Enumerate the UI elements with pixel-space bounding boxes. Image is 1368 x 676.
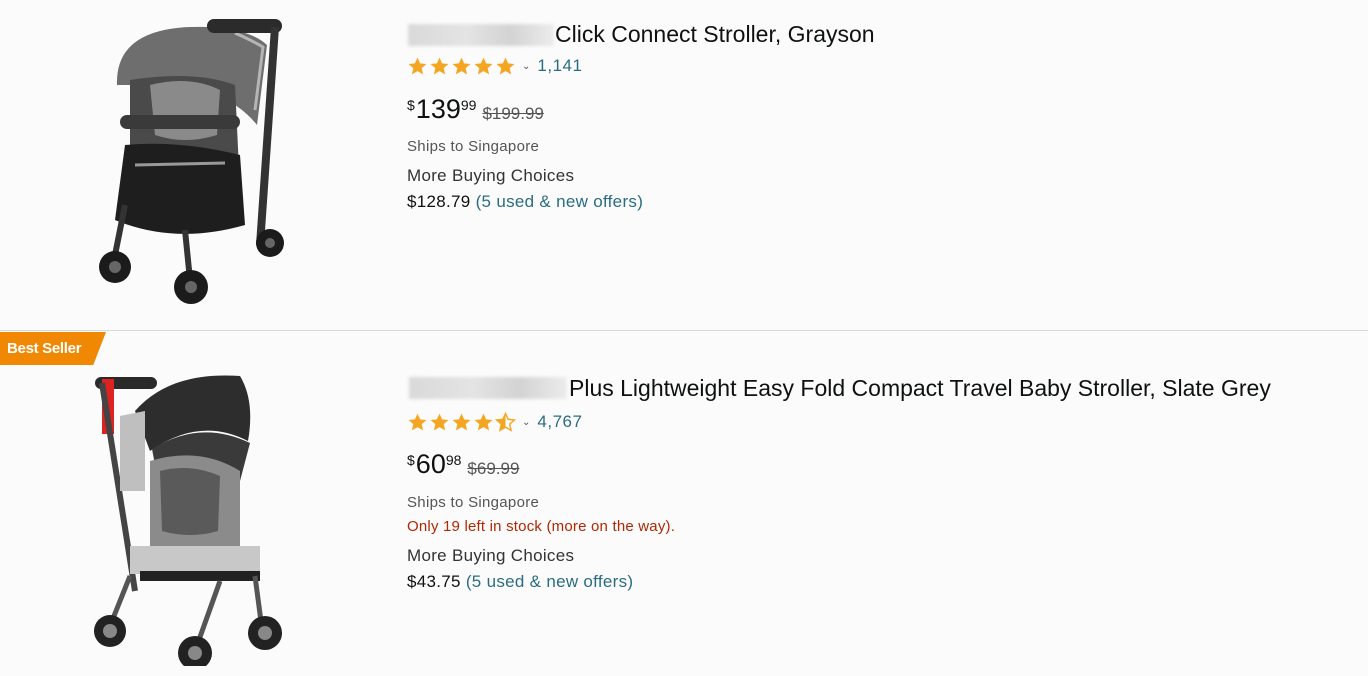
product-image-stroller-slate-grey[interactable] (90, 371, 295, 666)
star-icon (430, 413, 449, 430)
more-buying-choices-label: More Buying Choices (407, 166, 575, 185)
star-icon (474, 413, 493, 430)
search-result-1: Click Connect Stroller, Grayson ⌄ 1,141 … (0, 0, 1368, 330)
more-buying-choices-label: More Buying Choices (407, 546, 575, 565)
star-icon (452, 413, 471, 430)
shipping-info: Ships to Singapore (407, 138, 540, 155)
star-rating[interactable] (407, 411, 516, 433)
stock-warning: Only 19 left in stock (more on the way). (407, 518, 676, 535)
list-price: $69.99 (467, 459, 520, 478)
offers-link[interactable]: (5 used & new offers) (466, 572, 634, 591)
price[interactable]: $ 60 98 $69.99 (407, 449, 519, 479)
offers-link[interactable]: (5 used & new offers) (476, 192, 644, 211)
offer-line: $43.75 (5 used & new offers) (407, 572, 633, 592)
product-title[interactable]: Click Connect Stroller, Grayson (555, 21, 875, 48)
search-result-2: Best Seller Plus Lightweight Easy Fold C… (0, 331, 1368, 676)
star-rating[interactable] (407, 56, 516, 77)
rating-count-link[interactable]: 1,141 (537, 56, 582, 76)
star-icon (496, 57, 515, 74)
star-icon (452, 57, 471, 74)
chevron-down-icon[interactable]: ⌄ (522, 61, 530, 72)
product-title[interactable]: Plus Lightweight Easy Fold Compact Trave… (569, 375, 1271, 402)
star-icon (474, 57, 493, 74)
rating-row: ⌄ 4,767 (407, 411, 582, 433)
offer-line: $128.79 (5 used & new offers) (407, 192, 643, 212)
offer-price: $43.75 (407, 572, 461, 591)
shipping-info: Ships to Singapore (407, 494, 540, 511)
rating-count-link[interactable]: 4,767 (537, 412, 582, 432)
price[interactable]: $ 139 99 $199.99 (407, 94, 544, 124)
half-star-icon (495, 411, 516, 432)
star-icon (408, 57, 427, 74)
redacted-brand (409, 377, 567, 399)
offer-price: $128.79 (407, 192, 471, 211)
star-icon (430, 57, 449, 74)
product-image-stroller-grayson[interactable] (95, 15, 295, 311)
chevron-down-icon[interactable]: ⌄ (522, 417, 530, 428)
redacted-brand (408, 24, 554, 46)
rating-row: ⌄ 1,141 (407, 55, 582, 77)
best-seller-badge: Best Seller (0, 332, 106, 365)
star-icon (408, 413, 427, 430)
list-price: $199.99 (482, 104, 544, 123)
